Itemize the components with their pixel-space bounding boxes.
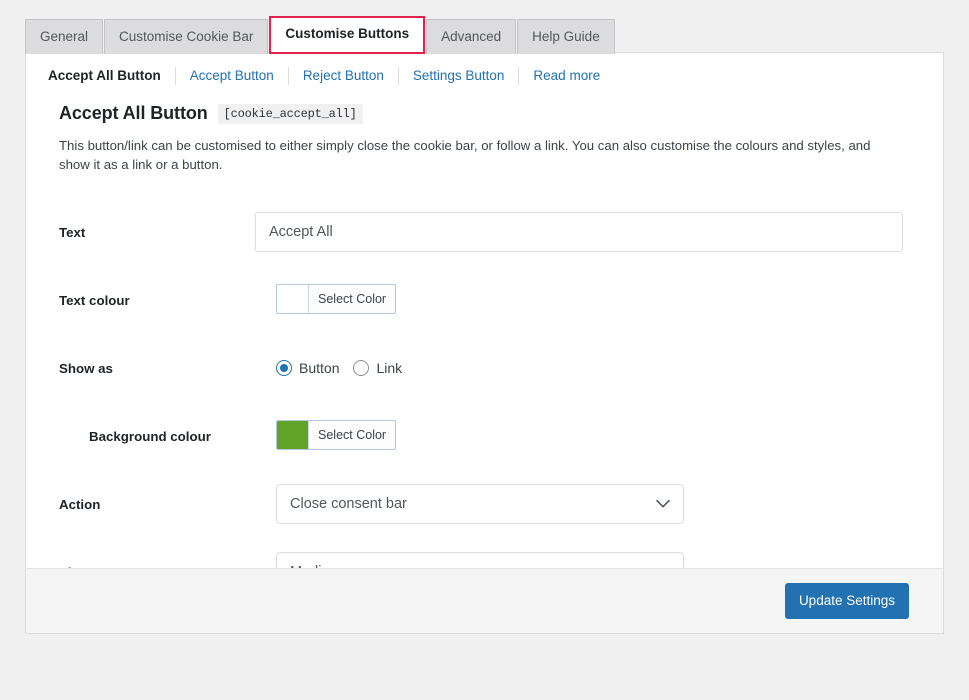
button-subnav: Accept All Button Accept Button Reject B… [26,53,943,97]
radio-label-link[interactable]: Link [376,360,402,376]
radio-label-button[interactable]: Button [299,360,339,376]
form-footer: Update Settings [26,568,943,633]
label-background-colour: Background colour [26,429,276,444]
text-colour-swatch[interactable] [277,285,309,313]
label-action: Action [26,497,276,512]
field-text-wrap [255,212,943,252]
update-settings-button[interactable]: Update Settings [785,583,909,619]
tab-advanced[interactable]: Advanced [426,19,516,54]
section-description: This button/link can be customised to ei… [26,124,931,174]
field-row-text: Text [26,198,943,266]
field-row-show-as: Show as Button Link [26,334,943,402]
field-text-colour-wrap: Select Color [276,284,943,316]
subnav-item-read-more[interactable]: Read more [519,68,614,84]
radio-option-link[interactable]: Link [353,360,402,376]
page-title: Accept All Button [59,103,208,124]
settings-form: Text Text colour Select Color Show as [26,174,943,606]
tab-customise-buttons[interactable]: Customise Buttons [269,16,425,54]
label-text: Text [26,225,255,240]
radio-link-icon[interactable] [353,360,369,376]
show-as-radio-group: Button Link [276,360,903,376]
tab-general[interactable]: General [25,19,103,54]
label-text-colour: Text colour [26,293,276,308]
label-show-as: Show as [26,361,276,376]
field-action-wrap: Close consent bar [276,484,943,524]
shortcode-badge: [cookie_accept_all] [218,104,363,124]
section-heading: Accept All Button [cookie_accept_all] [26,97,943,124]
field-row-background-colour: Background colour Select Color [26,402,943,470]
subnav-item-accept-all-button[interactable]: Accept All Button [34,68,175,84]
field-background-colour-wrap: Select Color [276,420,943,452]
subnav-item-accept-button[interactable]: Accept Button [176,68,288,84]
action-select[interactable]: Close consent bar [276,484,684,524]
subnav-item-settings-button[interactable]: Settings Button [399,68,519,84]
radio-option-button[interactable]: Button [276,360,339,376]
text-colour-picker[interactable]: Select Color [276,284,396,314]
field-row-action: Action Close consent bar [26,470,943,538]
text-input[interactable] [255,212,903,252]
settings-card: Accept All Button Accept Button Reject B… [25,52,944,634]
subnav-item-reject-button[interactable]: Reject Button [289,68,398,84]
action-select-wrap[interactable]: Close consent bar [276,484,684,524]
field-row-text-colour: Text colour Select Color [26,266,943,334]
field-show-as-wrap: Button Link [276,360,943,376]
tab-customise-cookie-bar[interactable]: Customise Cookie Bar [104,19,268,54]
radio-button-icon[interactable] [276,360,292,376]
background-colour-swatch[interactable] [277,421,309,449]
tab-help-guide[interactable]: Help Guide [517,19,615,54]
main-tab-bar: General Customise Cookie Bar Customise B… [0,0,969,53]
background-colour-select-label[interactable]: Select Color [309,421,395,449]
background-colour-picker[interactable]: Select Color [276,420,396,450]
text-colour-select-label[interactable]: Select Color [309,285,395,313]
